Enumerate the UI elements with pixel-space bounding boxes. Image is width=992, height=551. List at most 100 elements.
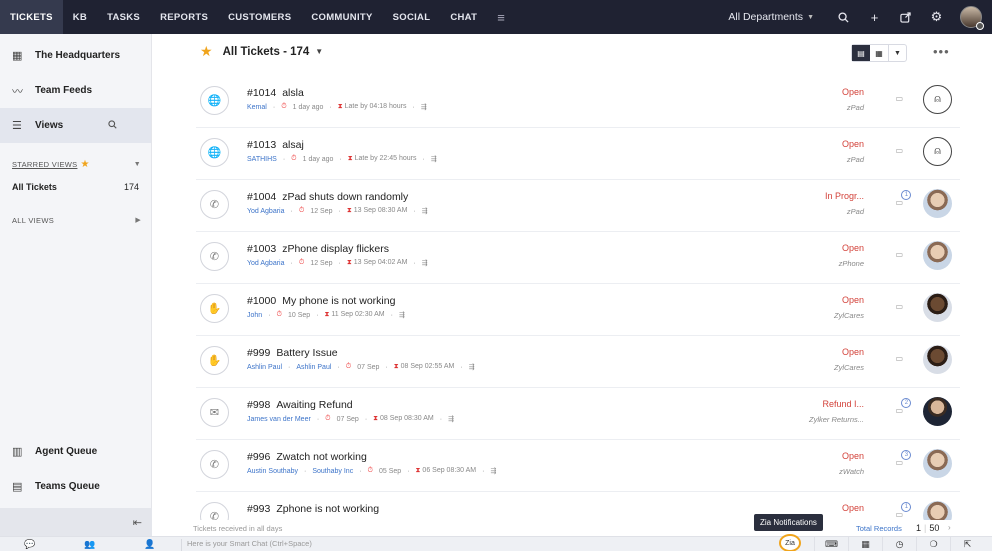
contact-link[interactable]: Yod Agbaria <box>247 260 285 267</box>
ticket-row[interactable]: ✋ #999 Battery Issue Ashlin Paul · Ashlin Pau… <box>196 336 960 388</box>
ticket-subject[interactable]: #1003 zPhone display flickers <box>247 243 389 255</box>
account-link[interactable]: Southaby Inc <box>312 468 353 475</box>
ticket-subject[interactable]: #1014 alsla <box>247 87 304 99</box>
tab-social[interactable]: SOCIAL <box>383 0 441 34</box>
comment-icon[interactable]: ▭ <box>895 354 903 363</box>
search-icon[interactable] <box>108 119 117 132</box>
sidebar-view-all-tickets[interactable]: All Tickets 174 <box>0 175 151 199</box>
all-views-header[interactable]: ALL VIEWS ▶ <box>0 209 151 231</box>
ticket-subject[interactable]: #999 Battery Issue <box>247 347 338 359</box>
assignee-avatar[interactable] <box>923 241 952 270</box>
view-title[interactable]: ★ All Tickets - 174 ▼ <box>200 43 323 60</box>
comment-icon[interactable]: ▭ <box>895 302 903 311</box>
next-page-icon[interactable]: › <box>948 523 951 532</box>
expand-icon[interactable]: ⇱ <box>950 537 984 551</box>
chevron-down-icon[interactable]: ▼ <box>888 45 906 61</box>
clock-icon[interactable]: ◷ <box>882 537 916 551</box>
add-icon[interactable]: + <box>859 0 890 34</box>
star-icon[interactable]: ★ <box>200 43 213 60</box>
status-badge[interactable]: Open <box>842 295 864 305</box>
list-view-icon[interactable]: ▤ <box>852 45 870 61</box>
assignee-avatar[interactable] <box>923 345 952 374</box>
status-badge[interactable]: Open <box>842 451 864 461</box>
department-selector[interactable]: All Departments ▼ <box>728 11 828 23</box>
ticket-row[interactable]: ✉ #998 Awaiting Refund James van der Meer · ⏱… <box>196 388 960 440</box>
ticket-row[interactable]: ✆ #996 Zwatch not working Austin Southaby · S… <box>196 440 960 492</box>
thread-icon[interactable]: ⇶ <box>490 467 496 475</box>
contact-link[interactable]: Kemal <box>247 104 267 111</box>
ticket-subject[interactable]: #1013 alsaj <box>247 139 304 151</box>
ticket-row[interactable]: 🌐 #1013 alsaj SATHIHS · ⏱ 1 day ago · ⧗ Late by … <box>196 128 960 180</box>
tab-customers[interactable]: CUSTOMERS <box>218 0 301 34</box>
total-records-link[interactable]: Total Records <box>856 524 902 533</box>
starred-views-header[interactable]: STARRED VIEWS ★ ▼ <box>0 153 151 175</box>
contact-link[interactable]: James van der Meer <box>247 416 311 423</box>
zia-icon[interactable]: Zia <box>779 534 801 551</box>
thread-icon[interactable]: ⇶ <box>431 155 437 163</box>
comment-icon[interactable]: ▭ 2 <box>895 398 912 415</box>
comment-icon[interactable]: ▭ 1 <box>895 190 912 207</box>
assignee-avatar[interactable] <box>923 189 952 218</box>
status-badge[interactable]: Refund I... <box>822 399 864 409</box>
tab-kb[interactable]: KB <box>63 0 97 34</box>
status-badge[interactable]: Open <box>842 347 864 357</box>
thread-icon[interactable]: ⇶ <box>469 363 475 371</box>
ticket-row[interactable]: ✆ #1004 zPad shuts down randomly Yod Agbari… <box>196 180 960 232</box>
account-link[interactable]: Ashlin Paul <box>296 364 331 371</box>
more-options-icon[interactable]: ••• <box>933 44 950 59</box>
contact-link[interactable]: Yod Agbaria <box>247 208 285 215</box>
thread-icon[interactable]: ⇶ <box>422 259 428 267</box>
sidebar-item-headquarters[interactable]: ▦ The Headquarters <box>0 38 151 73</box>
gear-icon[interactable]: ⚙ <box>921 0 952 34</box>
thread-icon[interactable]: ⇶ <box>448 415 454 423</box>
assignee-avatar[interactable] <box>923 293 952 322</box>
comment-icon[interactable]: ▭ <box>895 146 903 155</box>
more-tabs-icon[interactable]: ≡ <box>487 0 515 34</box>
status-badge[interactable]: Open <box>842 503 864 513</box>
calendar-icon[interactable]: ▦ <box>848 537 882 551</box>
open-external-icon[interactable] <box>890 0 921 34</box>
contact-link[interactable]: John <box>247 312 262 319</box>
thread-icon[interactable]: ⇶ <box>422 207 428 215</box>
sidebar-item-agent-queue[interactable]: ▥ Agent Queue <box>0 434 152 469</box>
ticket-subject[interactable]: #993 Zphone is not working <box>247 503 379 515</box>
contact-link[interactable]: Austin Southaby <box>247 468 298 475</box>
assign-agent-icon[interactable]: ⍝ <box>923 85 952 114</box>
per-page[interactable]: 50 <box>929 523 939 533</box>
ticket-subject[interactable]: #998 Awaiting Refund <box>247 399 353 411</box>
chats-icon[interactable]: 💬 <box>0 539 60 550</box>
table-view-icon[interactable]: ▦ <box>870 45 888 61</box>
tab-tickets[interactable]: TICKETS <box>0 0 63 34</box>
status-badge[interactable]: Open <box>842 139 864 149</box>
thread-icon[interactable]: ⇶ <box>399 311 405 319</box>
comment-icon[interactable]: ▭ <box>895 250 903 259</box>
ticket-subject[interactable]: #996 Zwatch not working <box>247 451 367 463</box>
tab-community[interactable]: COMMUNITY <box>301 0 382 34</box>
keyboard-icon[interactable]: ⌨ <box>814 537 848 551</box>
tab-chat[interactable]: CHAT <box>440 0 487 34</box>
assign-agent-icon[interactable]: ⍝ <box>923 137 952 166</box>
status-badge[interactable]: In Progr... <box>825 191 864 201</box>
sidebar-item-teams-queue[interactable]: ▤ Teams Queue <box>0 469 152 504</box>
ticket-subject[interactable]: #1000 My phone is not working <box>247 295 395 307</box>
ticket-row[interactable]: ✋ #1000 My phone is not working John · ⏱ 10 Se… <box>196 284 960 336</box>
comment-icon[interactable]: ▭ 1 <box>895 502 912 519</box>
contact-link[interactable]: SATHIHS <box>247 156 277 163</box>
user-avatar[interactable] <box>960 6 984 30</box>
channels-icon[interactable]: 👥 <box>60 539 120 550</box>
assignee-avatar[interactable] <box>923 449 952 478</box>
status-badge[interactable]: Open <box>842 243 864 253</box>
tab-reports[interactable]: REPORTS <box>150 0 218 34</box>
comment-icon[interactable]: ▭ 3 <box>895 450 912 467</box>
contact-link[interactable]: Ashlin Paul <box>247 364 282 371</box>
sidebar-item-views[interactable]: ☰ Views <box>0 108 151 143</box>
ticket-row[interactable]: 🌐 #1014 alsla Kemal · ⏱ 1 day ago · ⧗ Late by 04… <box>196 76 960 128</box>
ticket-row[interactable]: ✆ #1003 zPhone display flickers Yod Agbaria… <box>196 232 960 284</box>
ticket-subject[interactable]: #1004 zPad shuts down randomly <box>247 191 408 203</box>
contacts-icon[interactable]: 👤 <box>120 539 180 550</box>
search-icon[interactable] <box>828 0 859 34</box>
assignee-avatar[interactable] <box>923 397 952 426</box>
chat-bubble-icon[interactable]: ❍ <box>916 537 950 551</box>
status-badge[interactable]: Open <box>842 87 864 97</box>
thread-icon[interactable]: ⇶ <box>421 103 427 111</box>
